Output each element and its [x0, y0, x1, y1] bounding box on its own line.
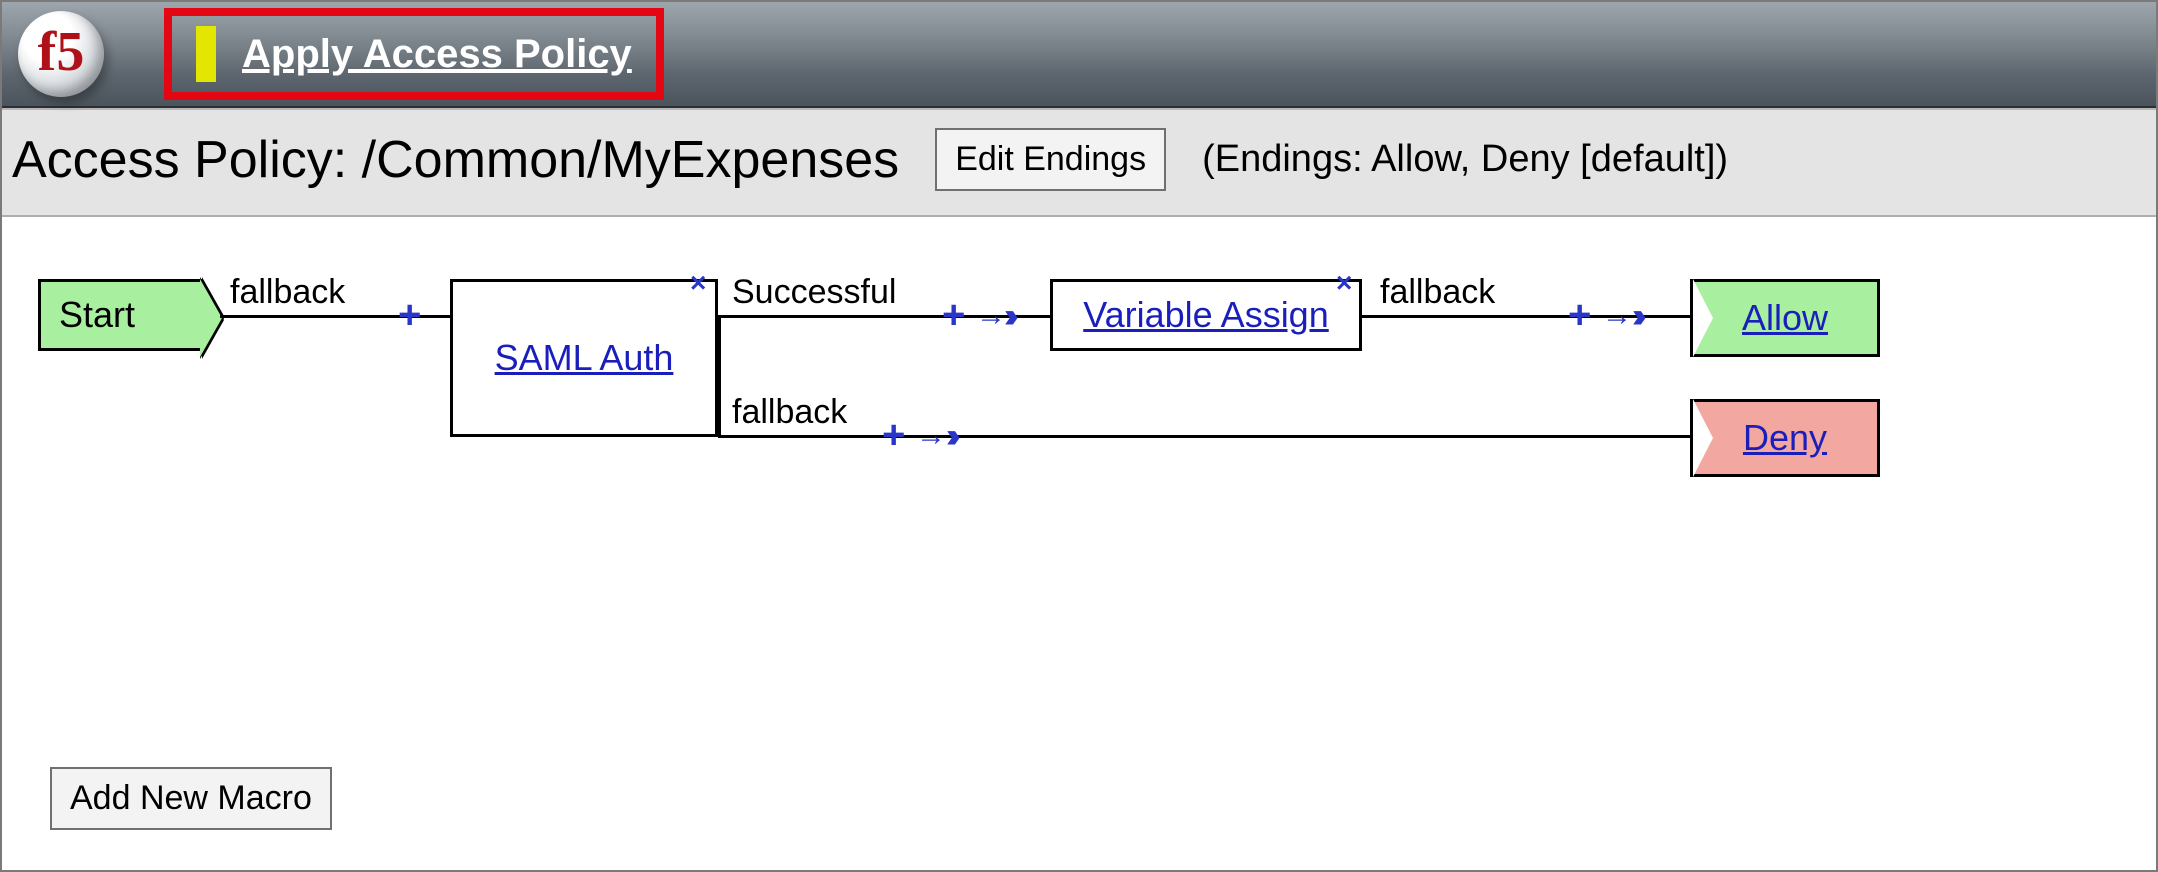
title-bar: Access Policy: /Common/MyExpenses Edit E…: [2, 108, 2156, 217]
edge-label-var-fallback: fallback: [1380, 273, 1495, 312]
add-node-before-allow[interactable]: +: [1568, 295, 1591, 335]
edge-label-saml-success: Successful: [732, 273, 896, 312]
double-arrow-icon: ››: [946, 419, 953, 453]
endings-summary: (Endings: Allow, Deny [default]): [1202, 138, 1728, 181]
delete-saml-auth-icon[interactable]: ×: [690, 269, 706, 297]
add-node-success-branch[interactable]: +: [942, 295, 965, 335]
allow-ending[interactable]: Allow: [1690, 279, 1880, 357]
deny-ending-link[interactable]: Deny: [1743, 417, 1827, 459]
start-node-cap-icon: [200, 279, 222, 357]
policy-canvas: Start fallback + SAML Auth × Successful …: [2, 217, 2156, 737]
arrow-icon: →: [976, 301, 1006, 331]
add-node-fallback-branch[interactable]: +: [882, 415, 905, 455]
start-node[interactable]: Start: [38, 279, 202, 351]
delete-variable-assign-icon[interactable]: ×: [1336, 269, 1352, 297]
edge-label-start-fallback: fallback: [230, 273, 345, 312]
flag-notch-icon: [1693, 399, 1713, 477]
apply-access-policy-link[interactable]: Apply Access Policy: [242, 32, 632, 77]
arrow-icon: →: [1602, 301, 1632, 331]
double-arrow-icon: ››: [1004, 299, 1011, 333]
flag-notch-icon: [1693, 279, 1713, 357]
add-new-macro-button[interactable]: Add New Macro: [50, 767, 332, 830]
edge-saml-branch-down: [718, 315, 721, 435]
edge-saml-to-deny: [718, 435, 1692, 438]
add-node-after-start[interactable]: +: [398, 295, 421, 335]
f5-logo-icon: f5: [18, 11, 104, 97]
variable-assign-node[interactable]: Variable Assign: [1050, 279, 1362, 351]
pending-change-indicator-icon: [196, 26, 216, 82]
top-bar: f5 Apply Access Policy: [2, 2, 2156, 108]
edit-endings-button[interactable]: Edit Endings: [935, 128, 1166, 191]
page-title: Access Policy: /Common/MyExpenses: [12, 130, 899, 190]
allow-ending-link[interactable]: Allow: [1742, 297, 1828, 339]
saml-auth-node[interactable]: SAML Auth: [450, 279, 718, 437]
saml-auth-link[interactable]: SAML Auth: [495, 337, 674, 379]
apply-access-policy-highlight: Apply Access Policy: [164, 8, 664, 100]
double-arrow-icon: ››: [1632, 299, 1639, 333]
app-frame: f5 Apply Access Policy Access Policy: /C…: [0, 0, 2158, 872]
arrow-icon: →: [916, 421, 946, 451]
bottom-bar: Add New Macro: [2, 737, 2156, 870]
variable-assign-link[interactable]: Variable Assign: [1083, 294, 1328, 336]
edge-label-saml-fallback: fallback: [732, 393, 847, 432]
deny-ending[interactable]: Deny: [1690, 399, 1880, 477]
edge-var-to-allow: [1362, 315, 1692, 318]
start-node-label: Start: [59, 294, 135, 336]
